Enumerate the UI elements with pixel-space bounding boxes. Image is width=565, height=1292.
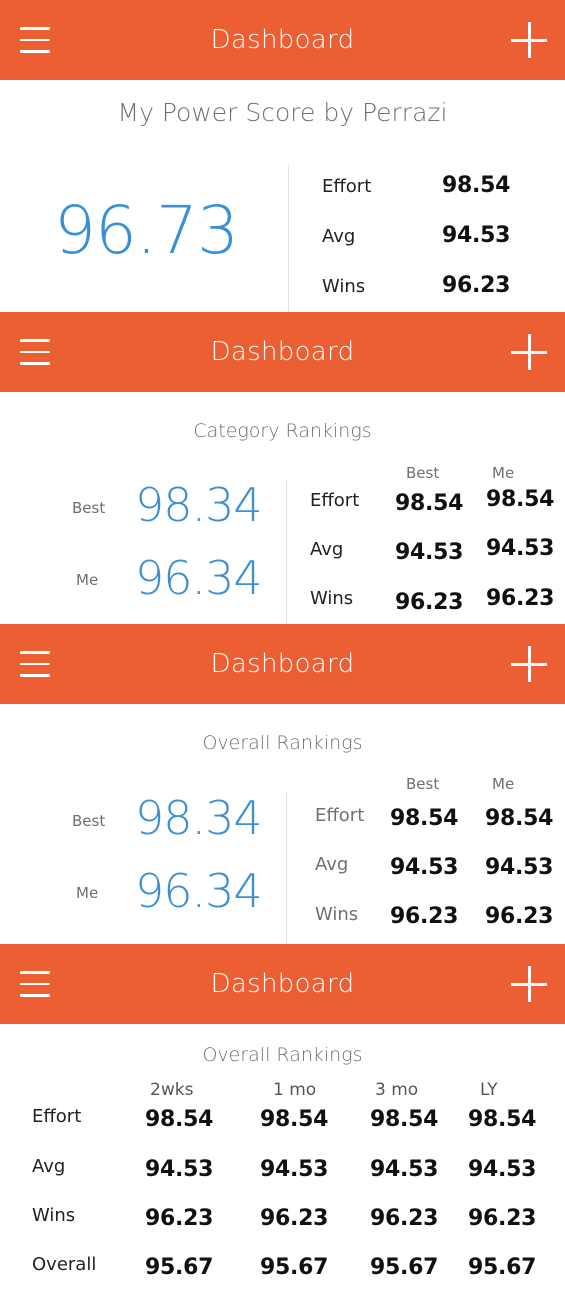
panel-title: My Power Score by Perrazi (117, 98, 448, 127)
row-me-avg: 94.53 (486, 536, 555, 561)
row-label-wins: Wins (310, 588, 354, 609)
row-label-effort: Effort (322, 176, 372, 197)
hamburger-menu-icon[interactable] (20, 971, 50, 997)
cell-avg-1mo: 94.53 (260, 1157, 329, 1182)
header-bar-1: Dashboard (0, 0, 565, 80)
cell-overall-ly: 95.67 (468, 1255, 537, 1280)
row-me-effort: 98.54 (485, 806, 554, 831)
row-me-effort: 98.54 (486, 487, 555, 512)
cell-wins-3mo: 96.23 (370, 1206, 439, 1231)
row-label-avg: Avg (32, 1156, 66, 1177)
panel-title: Overall Rankings (202, 1044, 363, 1066)
row-value-avg: 94.53 (442, 223, 511, 248)
divider (288, 165, 289, 312)
row-label-avg: Avg (315, 854, 349, 875)
overall-rankings-panel: Overall Rankings Best 98.34 Me 96.34 Bes… (0, 704, 565, 944)
header-bar-2: Dashboard (0, 312, 565, 392)
row-label-avg: Avg (310, 539, 344, 560)
row-label-avg: Avg (322, 226, 356, 247)
me-label: Me (76, 571, 99, 589)
col-head-best: Best (406, 464, 440, 482)
cell-avg-2wks: 94.53 (145, 1157, 214, 1182)
cell-overall-1mo: 95.67 (260, 1255, 329, 1280)
row-best-avg: 94.53 (390, 855, 459, 880)
best-label: Best (72, 812, 106, 830)
col-head-me: Me (492, 775, 515, 793)
col-head-2wks: 2wks (150, 1080, 194, 1100)
row-label-effort: Effort (32, 1106, 82, 1127)
row-me-avg: 94.53 (485, 855, 554, 880)
col-head-1mo: 1 mo (273, 1080, 317, 1100)
cell-wins-1mo: 96.23 (260, 1206, 329, 1231)
col-head-best: Best (406, 775, 440, 793)
cell-effort-ly: 98.54 (468, 1107, 537, 1132)
row-value-wins: 96.23 (442, 273, 511, 298)
best-score-value: 98.34 (135, 478, 263, 532)
col-head-me: Me (492, 464, 515, 482)
row-best-avg: 94.53 (395, 540, 464, 565)
col-head-3mo: 3 mo (375, 1080, 419, 1100)
me-label: Me (76, 884, 99, 902)
best-score-value: 98.34 (135, 791, 263, 845)
plus-icon[interactable] (511, 22, 547, 58)
category-rankings-panel: Category Rankings Best 98.34 Me 96.34 Be… (0, 392, 565, 624)
row-label-effort: Effort (310, 490, 360, 511)
header-title: Dashboard (210, 969, 355, 999)
me-score-value: 96.34 (135, 551, 263, 605)
row-best-wins: 96.23 (390, 904, 459, 929)
row-value-effort: 98.54 (442, 173, 511, 198)
cell-effort-3mo: 98.54 (370, 1107, 439, 1132)
divider (286, 792, 287, 944)
plus-icon[interactable] (511, 646, 547, 682)
hamburger-menu-icon[interactable] (20, 651, 50, 677)
header-title: Dashboard (210, 649, 355, 679)
panel-title: Category Rankings (193, 420, 372, 442)
row-label-wins: Wins (32, 1205, 76, 1226)
row-best-wins: 96.23 (395, 590, 464, 615)
plus-icon[interactable] (511, 966, 547, 1002)
row-label-wins: Wins (322, 276, 366, 297)
me-score-value: 96.34 (135, 864, 263, 918)
divider (286, 480, 287, 624)
header-title: Dashboard (210, 25, 355, 55)
overall-rankings-history-panel: Overall Rankings 2wks 1 mo 3 mo LY Effor… (0, 1024, 565, 1292)
row-label-wins: Wins (315, 904, 359, 925)
cell-avg-3mo: 94.53 (370, 1157, 439, 1182)
col-head-ly: LY (480, 1080, 498, 1100)
cell-wins-ly: 96.23 (468, 1206, 537, 1231)
hamburger-menu-icon[interactable] (20, 27, 50, 53)
cell-overall-2wks: 95.67 (145, 1255, 214, 1280)
cell-effort-2wks: 98.54 (145, 1107, 214, 1132)
cell-avg-ly: 94.53 (468, 1157, 537, 1182)
row-best-effort: 98.54 (395, 491, 464, 516)
cell-effort-1mo: 98.54 (260, 1107, 329, 1132)
power-score-panel: My Power Score by Perrazi 96.73 Effort 9… (0, 80, 565, 312)
header-bar-3: Dashboard (0, 624, 565, 704)
row-me-wins: 96.23 (486, 586, 555, 611)
cell-overall-3mo: 95.67 (370, 1255, 439, 1280)
header-bar-4: Dashboard (0, 944, 565, 1024)
row-label-overall: Overall (32, 1254, 97, 1275)
panel-title: Overall Rankings (202, 732, 363, 754)
row-me-wins: 96.23 (485, 904, 554, 929)
plus-icon[interactable] (511, 334, 547, 370)
hamburger-menu-icon[interactable] (20, 339, 50, 365)
row-best-effort: 98.54 (390, 806, 459, 831)
best-label: Best (72, 499, 106, 517)
cell-wins-2wks: 96.23 (145, 1206, 214, 1231)
power-score-value: 96.73 (54, 192, 239, 269)
row-label-effort: Effort (315, 805, 365, 826)
header-title: Dashboard (210, 337, 355, 367)
